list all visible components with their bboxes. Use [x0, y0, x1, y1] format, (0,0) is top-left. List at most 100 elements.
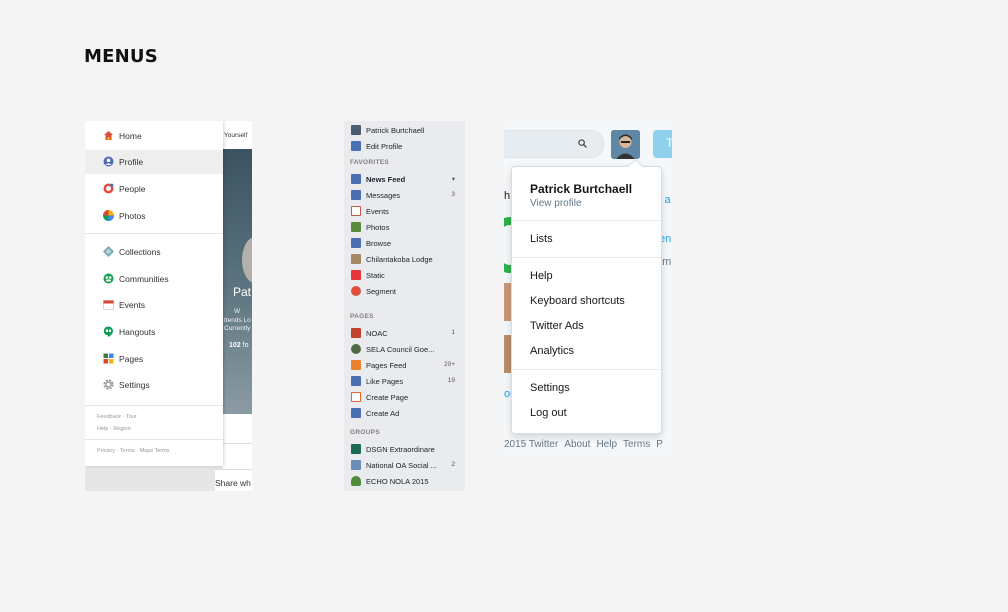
menu-item-home[interactable]: Home — [85, 124, 223, 148]
edit-profile-link[interactable]: Edit Profile — [344, 138, 465, 154]
collections-icon — [103, 246, 114, 257]
footer-link[interactable]: Maps Terms — [140, 448, 170, 454]
follower-count: 102 fo — [229, 342, 249, 349]
events-icon — [103, 300, 114, 310]
account-name[interactable]: Patrick Burtchaell — [530, 182, 632, 196]
unread-count: 3 — [451, 191, 455, 198]
nav-item-events[interactable]: Events — [344, 203, 465, 219]
pages-icon — [103, 353, 114, 364]
footer-link[interactable]: Privacy — [97, 448, 115, 454]
nav-item-photos[interactable]: Photos — [344, 219, 465, 235]
profile-link[interactable]: Patrick Burtchaell — [344, 122, 465, 138]
footer-links: Privacy · Terms · Maps Terms — [97, 448, 170, 454]
avatar-button[interactable] — [611, 130, 640, 159]
megaphone-icon — [351, 360, 361, 370]
view-profile-link[interactable]: View profile — [530, 198, 582, 209]
nav-item-like-pages[interactable]: Like Pages 19 — [344, 373, 465, 389]
footer-links: Feedback · Tour — [97, 414, 137, 420]
nav-item-chilantakoba-lodge[interactable]: Chilantakoba Lodge — [344, 251, 465, 267]
footer-link[interactable]: Help — [97, 426, 108, 432]
nav-item-echo-nola[interactable]: ECHO NOLA 2015 — [344, 473, 465, 489]
noac-icon — [351, 328, 361, 338]
nav-item-browse[interactable]: Browse — [344, 235, 465, 251]
profile-cover — [223, 149, 252, 414]
facebook-menu-screenshot: Patrick Burtchaell Edit Profile FAVORITE… — [344, 121, 465, 491]
settings-icon — [103, 379, 114, 390]
footer-link[interactable]: Tour — [126, 414, 137, 420]
group-icon — [351, 444, 361, 454]
home-icon — [104, 131, 113, 140]
twitter-menu-screenshot: T h y a ten om g ou 2015 TwitterAboutHel… — [504, 121, 672, 456]
copyright-text: 2015 Twitter — [504, 439, 559, 450]
footer-link-terms[interactable]: Terms — [623, 439, 650, 450]
profile-icon — [103, 156, 114, 167]
segment-icon — [351, 286, 361, 296]
menu-item-analytics[interactable]: Analytics — [530, 345, 574, 357]
nav-item-sela-council[interactable]: SELA Council Goe... — [344, 341, 465, 357]
menu-item-events[interactable]: Events — [85, 293, 223, 317]
menu-item-settings[interactable]: Settings — [530, 382, 570, 394]
nav-item-news-feed[interactable]: News Feed ▾ — [344, 171, 465, 187]
footer-link-help[interactable]: Help — [596, 439, 617, 450]
nav-item-segment[interactable]: Segment — [344, 283, 465, 299]
menu-item-lists[interactable]: Lists — [530, 233, 553, 245]
nav-item-create-page[interactable]: Create Page — [344, 389, 465, 405]
chart-icon — [351, 408, 361, 418]
menu-item-twitter-ads[interactable]: Twitter Ads — [530, 320, 584, 332]
notification-count: 2 — [451, 461, 455, 468]
page-title: MENUS — [84, 46, 158, 67]
nav-item-dsgn[interactable]: DSGN Extraordinare — [344, 441, 465, 457]
avatar — [242, 237, 252, 283]
search-input[interactable] — [504, 130, 604, 158]
browse-icon — [351, 238, 361, 248]
menu-item-pages[interactable]: Pages — [85, 347, 223, 371]
photos-icon — [351, 222, 361, 232]
lodge-icon — [351, 254, 361, 264]
menu-item-communities[interactable]: Communities — [85, 267, 223, 291]
hangouts-icon — [103, 326, 113, 337]
pencil-icon — [351, 141, 361, 151]
news-feed-icon — [351, 174, 361, 184]
menu-divider — [85, 439, 223, 440]
menu-item-collections[interactable]: Collections — [85, 240, 223, 264]
photos-icon — [103, 210, 114, 221]
globe-icon — [351, 344, 361, 354]
footer-link[interactable]: Region — [113, 426, 130, 432]
footer-link-about[interactable]: About — [564, 439, 590, 450]
google-plus-nav-menu: Home Profile People Photos Collections C… — [85, 121, 223, 466]
nav-item-static[interactable]: Static — [344, 267, 465, 283]
static-icon — [351, 270, 361, 280]
nav-item-messages[interactable]: Messages 3 — [344, 187, 465, 203]
tree-icon — [351, 476, 361, 486]
megaphone-icon — [351, 460, 361, 470]
footer-link[interactable]: Terms — [120, 448, 135, 454]
tweet-button[interactable]: T — [653, 130, 672, 158]
nav-item-create-ad[interactable]: Create Ad — [344, 405, 465, 421]
profile-info: W ttends Lo Currently — [224, 308, 251, 332]
footer-link[interactable]: Feedback — [97, 414, 121, 420]
menu-item-people[interactable]: People — [85, 177, 223, 201]
messages-icon — [351, 190, 361, 200]
search-icon[interactable] — [578, 139, 587, 148]
section-heading-pages: PAGES — [350, 313, 374, 320]
nav-item-pages-feed[interactable]: Pages Feed 20+ — [344, 357, 465, 373]
nav-item-national-oa[interactable]: National OA Social ... 2 — [344, 457, 465, 473]
menu-item-log-out[interactable]: Log out — [530, 407, 567, 419]
menu-item-keyboard-shortcuts[interactable]: Keyboard shortcuts — [530, 295, 625, 307]
menu-item-photos[interactable]: Photos — [85, 204, 223, 228]
menu-divider — [512, 369, 661, 370]
chevron-down-icon[interactable]: ▾ — [452, 175, 455, 183]
menu-item-settings[interactable]: Settings — [85, 373, 223, 397]
share-box[interactable]: Share wh — [215, 469, 252, 491]
notification-count: 19 — [447, 377, 455, 384]
menu-item-hangouts[interactable]: Hangouts — [85, 320, 223, 344]
thumbs-up-icon — [351, 376, 361, 386]
nav-item-noac[interactable]: NOAC 1 — [344, 325, 465, 341]
footer-links: 2015 Twitter About Help Terms P — [504, 439, 669, 450]
dropdown-caret — [627, 158, 644, 175]
people-icon — [103, 183, 114, 194]
footer-link-privacy[interactable]: P — [656, 439, 663, 450]
menu-item-help[interactable]: Help — [530, 270, 553, 282]
menu-item-profile[interactable]: Profile — [85, 150, 223, 174]
menu-divider — [512, 257, 661, 258]
